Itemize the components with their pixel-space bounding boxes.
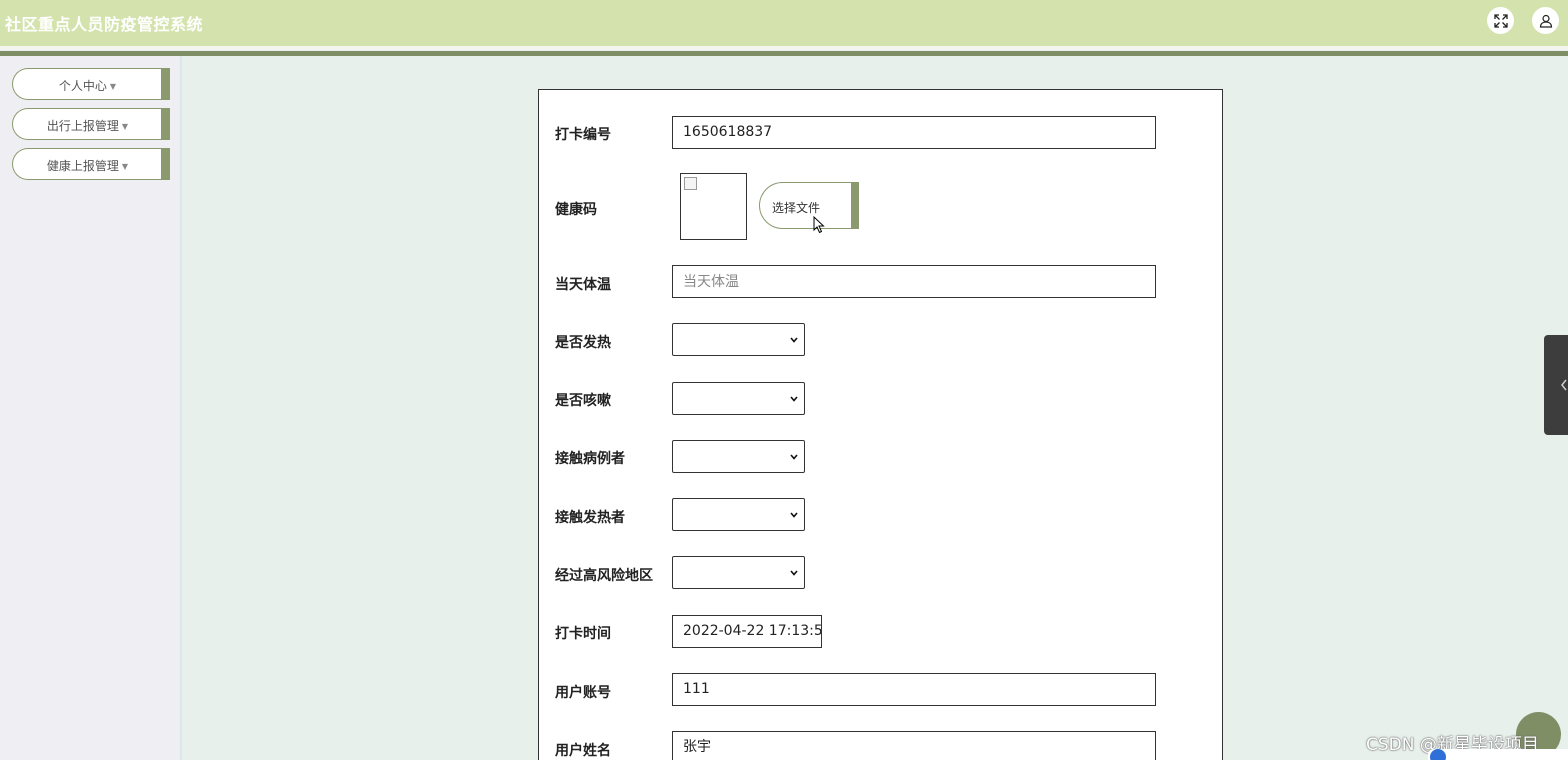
user-icon <box>1539 14 1552 28</box>
side-panel-toggle[interactable] <box>1544 335 1568 435</box>
header-divider-accent <box>0 51 1568 56</box>
chevron-down-icon <box>790 512 798 518</box>
chevron-down-icon <box>790 396 798 402</box>
sidebar-item-label: 个人中心 <box>58 79 107 93</box>
user-account-field[interactable]: 111 <box>672 673 1156 706</box>
sidebar-item-label: 健康上报管理 <box>46 159 119 173</box>
health-code-image <box>680 173 747 240</box>
top-header: 社区重点人员防疫管控系统 <box>0 0 1568 46</box>
field-label-fever-contact: 接触发热者 <box>555 510 625 526</box>
field-label-health-code: 健康码 <box>555 202 597 218</box>
sidebar-item-travel-report[interactable]: 出行上报管理 ▼ <box>12 108 170 140</box>
field-label-fever: 是否发热 <box>555 335 611 351</box>
sidebar-item-label: 出行上报管理 <box>46 119 119 133</box>
choose-file-label: 选择文件 <box>772 201 821 215</box>
field-label-checkin-id: 打卡编号 <box>555 127 611 143</box>
checkin-id-field[interactable]: 1650618837 <box>672 116 1156 149</box>
ime-logo-icon <box>1430 749 1446 760</box>
caret-down-icon: ▼ <box>121 162 129 171</box>
sidebar-item-personal-center[interactable]: 个人中心 ▼ <box>12 68 170 100</box>
sidebar-item-row: 个人中心 ▼ <box>13 77 162 94</box>
app-title: 社区重点人员防疫管控系统 <box>5 15 204 34</box>
caret-down-icon: ▼ <box>109 82 117 91</box>
high-risk-area-select[interactable] <box>672 556 805 589</box>
checkin-time-field[interactable]: 2022-04-22 17:13:56 <box>672 615 822 648</box>
sidebar-item-health-report[interactable]: 健康上报管理 ▼ <box>12 148 170 180</box>
fever-select[interactable] <box>672 323 805 356</box>
field-label-temperature: 当天体温 <box>555 277 611 293</box>
chevron-down-icon <box>790 570 798 576</box>
accent-bar <box>161 108 170 140</box>
fullscreen-button[interactable] <box>1487 7 1514 34</box>
caret-down-icon: ▼ <box>121 122 129 131</box>
user-name-field[interactable]: 张宇 <box>672 731 1156 760</box>
chevron-left-icon <box>1561 379 1567 391</box>
expand-icon <box>1493 13 1508 28</box>
sidebar: 个人中心 ▼ 出行上报管理 ▼ 健康上报管理 ▼ <box>0 56 182 760</box>
sidebar-item-row: 出行上报管理 ▼ <box>13 117 162 134</box>
accent-bar <box>851 182 859 229</box>
header-divider-light <box>0 46 1568 50</box>
accent-bar <box>161 68 170 100</box>
chevron-down-icon <box>790 337 798 343</box>
accent-bar <box>161 148 170 180</box>
field-label-case-contact: 接触病例者 <box>555 451 625 467</box>
temperature-input[interactable] <box>672 265 1156 298</box>
field-label-high-risk-area: 经过高风险地区 <box>555 568 653 584</box>
ime-toolbar <box>1428 749 1568 760</box>
field-label-cough: 是否咳嗽 <box>555 393 611 409</box>
health-report-form: 打卡编号 1650618837 健康码 选择文件 当天体温 是否发热 是否咳嗽 … <box>538 89 1223 760</box>
cough-select[interactable] <box>672 382 805 415</box>
field-label-checkin-time: 打卡时间 <box>555 626 611 642</box>
field-label-user-name: 用户姓名 <box>555 743 611 759</box>
field-label-user-account: 用户账号 <box>555 685 611 701</box>
case-contact-select[interactable] <box>672 440 805 473</box>
broken-image-icon <box>684 177 697 190</box>
fever-contact-select[interactable] <box>672 498 805 531</box>
sidebar-item-row: 健康上报管理 ▼ <box>13 157 162 174</box>
user-profile-button[interactable] <box>1532 7 1559 34</box>
chevron-down-icon <box>790 454 798 460</box>
mouse-pointer-icon <box>813 216 825 234</box>
choose-file-button[interactable]: 选择文件 <box>759 182 859 229</box>
